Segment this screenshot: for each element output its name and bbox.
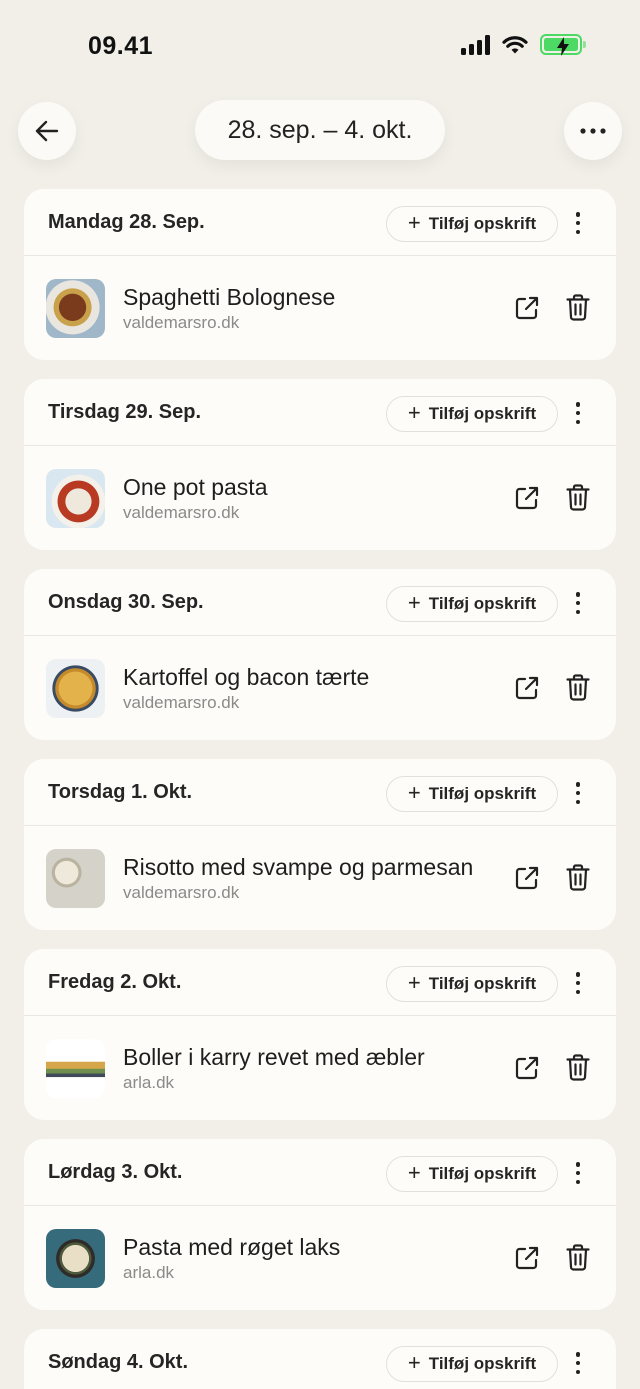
day-header: Fredag 2. Okt. + Tilføj opskrift bbox=[24, 949, 616, 1016]
day-menu-kebab-icon[interactable] bbox=[568, 972, 588, 994]
wifi-icon bbox=[502, 35, 528, 53]
recipe-source: valdemarsro.dk bbox=[123, 693, 240, 712]
add-recipe-label: Tilføj opskrift bbox=[428, 784, 537, 803]
recipe-row[interactable]: Boller i karry revet med æbler arla.dk bbox=[24, 1016, 616, 1120]
top-navigation: 28. sep. – 4. okt. bbox=[0, 100, 640, 162]
day-card: Tirsdag 29. Sep. + Tilføj opskrift One p… bbox=[24, 379, 616, 550]
open-external-icon[interactable] bbox=[514, 485, 540, 511]
trash-icon[interactable] bbox=[566, 484, 590, 511]
week-range-selector[interactable]: 28. sep. – 4. okt. bbox=[195, 100, 445, 160]
open-external-icon[interactable] bbox=[514, 295, 540, 321]
recipe-thumbnail bbox=[46, 1039, 105, 1098]
recipe-thumbnail bbox=[46, 659, 105, 718]
day-card: Lørdag 3. Okt. + Tilføj opskrift Pasta m… bbox=[24, 1139, 616, 1310]
trash-icon[interactable] bbox=[566, 1054, 590, 1081]
plus-icon: + bbox=[407, 970, 421, 995]
day-card: Mandag 28. Sep. + Tilføj opskrift Spaghe… bbox=[24, 189, 616, 360]
day-title: Fredag 2. Okt. bbox=[48, 970, 182, 993]
recipe-thumbnail bbox=[46, 849, 105, 908]
back-button[interactable] bbox=[18, 102, 76, 160]
add-recipe-label: Tilføj opskrift bbox=[428, 1164, 537, 1183]
plus-icon: + bbox=[407, 1160, 421, 1185]
week-day-list: Mandag 28. Sep. + Tilføj opskrift Spaghe… bbox=[24, 189, 616, 1389]
add-recipe-label: Tilføj opskrift bbox=[428, 214, 537, 233]
recipe-thumbnail bbox=[46, 469, 105, 528]
day-title: Torsdag 1. Okt. bbox=[48, 780, 193, 803]
recipe-row[interactable]: One pot pasta valdemarsro.dk bbox=[24, 446, 616, 550]
day-title: Mandag 28. Sep. bbox=[48, 210, 205, 233]
day-title: Søndag 4. Okt. bbox=[48, 1351, 189, 1373]
open-external-icon[interactable] bbox=[514, 675, 540, 701]
cellular-signal-icon bbox=[461, 34, 490, 55]
trash-icon[interactable] bbox=[566, 864, 590, 891]
plus-icon: + bbox=[407, 210, 421, 235]
recipe-row[interactable]: Spaghetti Bolognese valdemarsro.dk bbox=[24, 256, 616, 360]
day-card: Torsdag 1. Okt. + Tilføj opskrift Risott… bbox=[24, 759, 616, 930]
day-card: Onsdag 30. Sep. + Tilføj opskrift Kartof… bbox=[24, 569, 616, 740]
add-recipe-button[interactable]: + Tilføj opskrift bbox=[386, 206, 558, 242]
plus-icon: + bbox=[407, 1350, 421, 1375]
recipe-row[interactable]: Risotto med svampe og parmesan valdemars… bbox=[24, 826, 616, 930]
day-menu-kebab-icon[interactable] bbox=[568, 1162, 588, 1184]
recipe-source: valdemarsro.dk bbox=[123, 503, 240, 522]
day-header: Onsdag 30. Sep. + Tilføj opskrift bbox=[24, 569, 616, 636]
add-recipe-label: Tilføj opskrift bbox=[428, 594, 537, 613]
add-recipe-button[interactable]: + Tilføj opskrift bbox=[386, 396, 558, 432]
day-card: Fredag 2. Okt. + Tilføj opskrift Boller … bbox=[24, 949, 616, 1120]
open-external-icon[interactable] bbox=[514, 865, 540, 891]
trash-icon[interactable] bbox=[566, 674, 590, 701]
day-header: Søndag 4. Okt. + Tilføj opskrift bbox=[24, 1329, 616, 1389]
recipe-source: valdemarsro.dk bbox=[123, 883, 240, 902]
status-time: 09.41 bbox=[88, 32, 154, 60]
status-bar: 09.41 bbox=[0, 0, 640, 90]
recipe-name: Kartoffel og bacon tærte bbox=[123, 664, 370, 690]
day-menu-kebab-icon[interactable] bbox=[568, 1352, 588, 1374]
open-external-icon[interactable] bbox=[514, 1245, 540, 1271]
recipe-name: One pot pasta bbox=[123, 474, 268, 500]
recipe-name: Risotto med svampe og parmesan bbox=[123, 854, 474, 880]
add-recipe-label: Tilføj opskrift bbox=[428, 974, 537, 993]
plus-icon: + bbox=[407, 780, 421, 805]
recipe-source: valdemarsro.dk bbox=[123, 313, 240, 332]
day-menu-kebab-icon[interactable] bbox=[568, 592, 588, 614]
day-header: Tirsdag 29. Sep. + Tilføj opskrift bbox=[24, 379, 616, 446]
add-recipe-button[interactable]: + Tilføj opskrift bbox=[386, 966, 558, 1002]
day-header: Mandag 28. Sep. + Tilføj opskrift bbox=[24, 189, 616, 256]
day-menu-kebab-icon[interactable] bbox=[568, 212, 588, 234]
battery-icon bbox=[540, 34, 586, 56]
recipe-source: arla.dk bbox=[123, 1073, 175, 1092]
recipe-name: Boller i karry revet med æbler bbox=[123, 1044, 425, 1070]
recipe-row[interactable]: Pasta med røget laks arla.dk bbox=[24, 1206, 616, 1310]
status-icons bbox=[461, 34, 586, 56]
more-options-button[interactable] bbox=[564, 102, 622, 160]
add-recipe-button[interactable]: + Tilføj opskrift bbox=[386, 1346, 558, 1382]
day-header: Lørdag 3. Okt. + Tilføj opskrift bbox=[24, 1139, 616, 1206]
day-title: Tirsdag 29. Sep. bbox=[48, 400, 202, 423]
ellipsis-icon bbox=[580, 128, 606, 134]
add-recipe-button[interactable]: + Tilføj opskrift bbox=[386, 776, 558, 812]
recipe-thumbnail bbox=[46, 279, 105, 338]
plus-icon: + bbox=[407, 590, 421, 615]
trash-icon[interactable] bbox=[566, 1244, 590, 1271]
day-title: Onsdag 30. Sep. bbox=[48, 590, 204, 613]
add-recipe-label: Tilføj opskrift bbox=[428, 1354, 537, 1373]
recipe-source: arla.dk bbox=[123, 1263, 175, 1282]
day-title: Lørdag 3. Okt. bbox=[48, 1160, 183, 1183]
trash-icon[interactable] bbox=[566, 294, 590, 321]
plus-icon: + bbox=[407, 400, 421, 425]
add-recipe-label: Tilføj opskrift bbox=[428, 404, 537, 423]
day-menu-kebab-icon[interactable] bbox=[568, 782, 588, 804]
recipe-name: Spaghetti Bolognese bbox=[123, 284, 336, 310]
recipe-row[interactable]: Kartoffel og bacon tærte valdemarsro.dk bbox=[24, 636, 616, 740]
day-menu-kebab-icon[interactable] bbox=[568, 402, 588, 424]
recipe-name: Pasta med røget laks bbox=[123, 1234, 341, 1260]
day-header: Torsdag 1. Okt. + Tilføj opskrift bbox=[24, 759, 616, 826]
open-external-icon[interactable] bbox=[514, 1055, 540, 1081]
add-recipe-button[interactable]: + Tilføj opskrift bbox=[386, 1156, 558, 1192]
add-recipe-button[interactable]: + Tilføj opskrift bbox=[386, 586, 558, 622]
recipe-thumbnail bbox=[46, 1229, 105, 1288]
day-card: Søndag 4. Okt. + Tilføj opskrift bbox=[24, 1329, 616, 1389]
arrow-left-icon bbox=[35, 120, 59, 142]
